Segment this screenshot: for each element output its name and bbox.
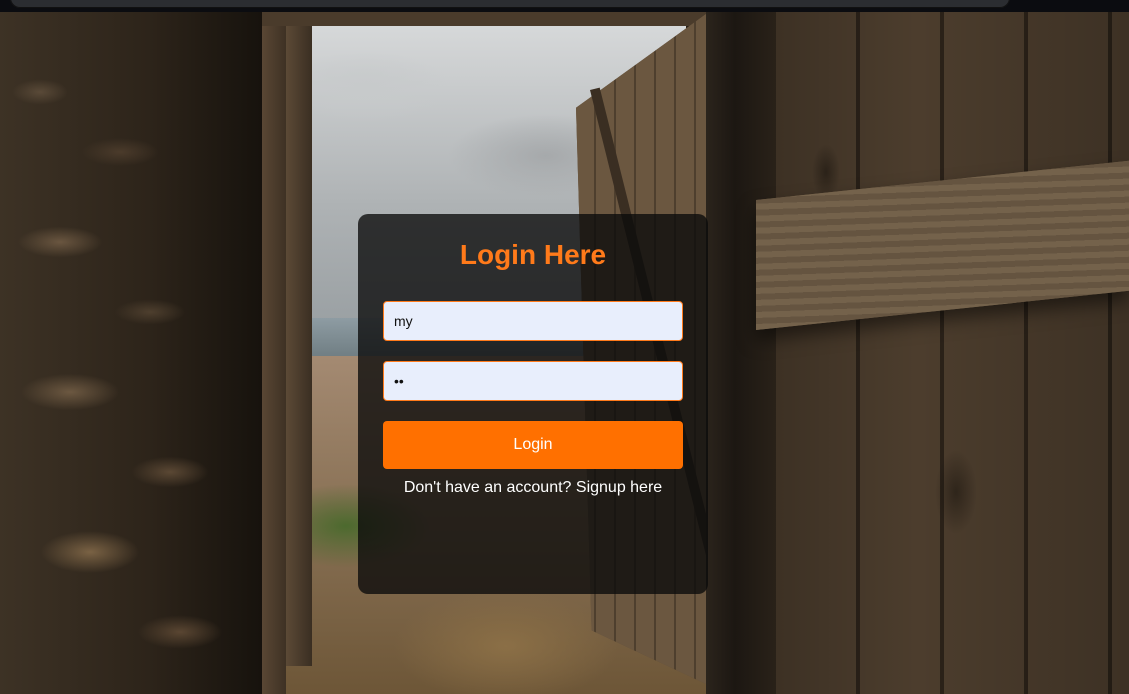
password-input[interactable] [383, 361, 683, 401]
address-bar [10, 0, 1010, 8]
stone-wall-image [0, 12, 270, 694]
browser-top-bar [0, 0, 1129, 12]
username-input[interactable] [383, 301, 683, 341]
right-door-grain [776, 12, 1129, 694]
login-button[interactable]: Login [383, 421, 683, 469]
signup-link[interactable]: Signup here [576, 479, 662, 496]
login-card: Login Here Login Don't have an account? … [358, 214, 708, 594]
center-post-image [706, 12, 778, 694]
inner-rocks-image [286, 26, 312, 666]
signup-line: Don't have an account? Signup here [358, 478, 708, 498]
login-title: Login Here [459, 239, 607, 270]
signup-prompt: Don't have an account? [403, 479, 572, 496]
door-frame-top [262, 12, 722, 26]
door-frame-left [262, 12, 286, 694]
